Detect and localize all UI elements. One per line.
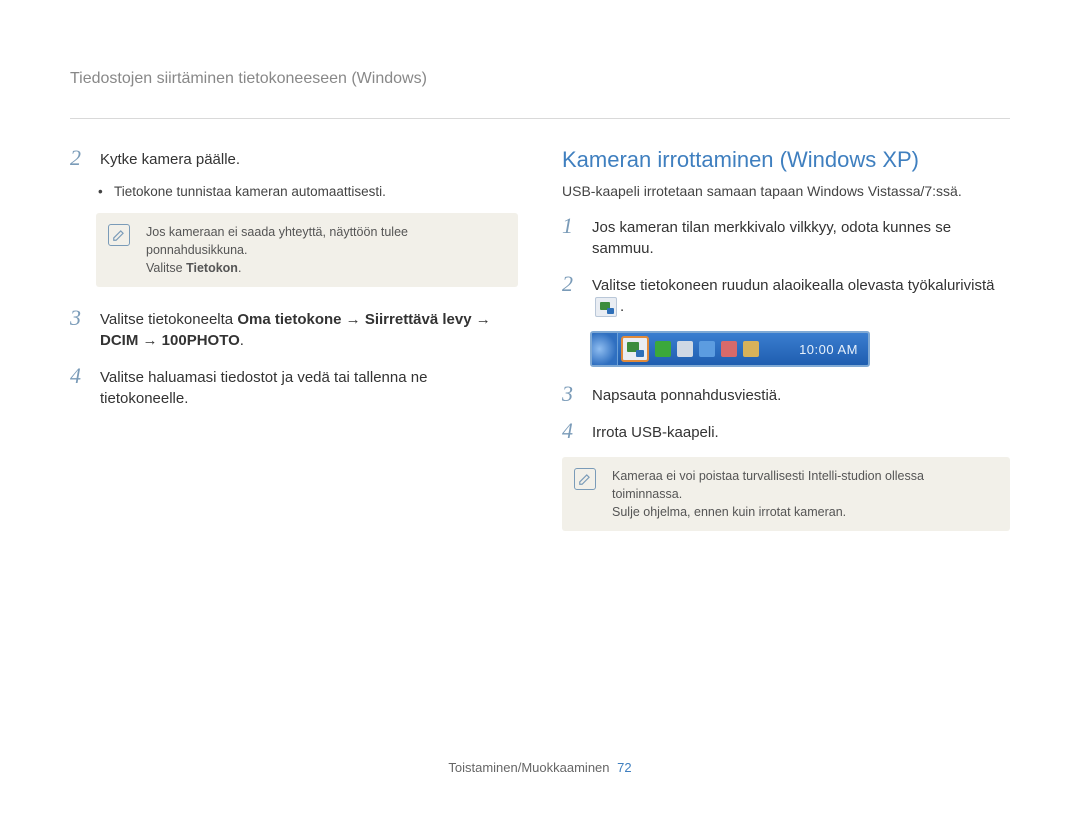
section-title: Kameran irrottaminen (Windows XP): [562, 147, 1010, 173]
divider: [70, 118, 1010, 119]
step-text-part: .: [240, 332, 244, 349]
footer-label: Toistaminen/Muokkaaminen: [448, 760, 609, 775]
step-number: 1: [562, 215, 580, 259]
step-text-part: .: [620, 298, 624, 315]
step-text: Jos kameran tilan merkkivalo vilkkyy, od…: [592, 215, 1010, 259]
right-step-1: 1 Jos kameran tilan merkkivalo vilkkyy, …: [562, 215, 1010, 259]
step-number: 4: [70, 365, 88, 409]
step-number: 2: [70, 147, 88, 170]
step-number: 2: [562, 273, 580, 317]
note-bold-text: Tietokon: [186, 261, 238, 275]
right-step-4: 4 Irrota USB-kaapeli.: [562, 420, 1010, 443]
left-step-3: 3 Valitse tietokoneelta Oma tietokone → …: [70, 307, 518, 351]
page-footer: Toistaminen/Muokkaaminen 72: [0, 760, 1080, 775]
note-icon: [574, 468, 596, 490]
safely-remove-icon: [595, 297, 617, 317]
right-step-2: 2 Valitse tietokoneen ruudun alaoikealla…: [562, 273, 1010, 317]
tray-icon: [743, 341, 759, 357]
note-line: Kameraa ei voi poistaa turvallisesti Int…: [612, 467, 996, 503]
step-text: Napsauta ponnahdusviestiä.: [592, 383, 1010, 406]
footer-page-number: 72: [617, 760, 631, 775]
tray-icons-group: [655, 341, 759, 357]
step-text-part: Valitse tietokoneelta: [100, 311, 237, 328]
note-box-2: Kameraa ei voi poistaa turvallisesti Int…: [562, 457, 1010, 531]
tray-highlighted-icon: [621, 336, 649, 362]
right-column: Kameran irrottaminen (Windows XP) USB-ka…: [562, 147, 1010, 551]
note-line: Jos kameraan ei saada yhteyttä, näyttöön…: [146, 223, 504, 259]
step-number: 3: [70, 307, 88, 351]
step-text-part: Valitse tietokoneen ruudun alaoikealla o…: [592, 277, 994, 294]
tray-clock: 10:00 AM: [799, 342, 858, 357]
left-step-2: 2 Kytke kamera päälle.: [70, 147, 518, 170]
step-text: Valitse tietokoneelta Oma tietokone → Si…: [100, 307, 518, 351]
content-columns: 2 Kytke kamera päälle. Tietokone tunnist…: [70, 147, 1010, 551]
step-number: 4: [562, 420, 580, 443]
bullet-item: Tietokone tunnistaa kameran automaattise…: [98, 184, 518, 199]
left-column: 2 Kytke kamera päälle. Tietokone tunnist…: [70, 147, 518, 551]
right-step-3: 3 Napsauta ponnahdusviestiä.: [562, 383, 1010, 406]
tray-icon: [699, 341, 715, 357]
breadcrumb: Tiedostojen siirtäminen tietokoneeseen (…: [70, 70, 1010, 94]
tray-start-cap: [592, 333, 618, 365]
note-icon: [108, 224, 130, 246]
note-line: Valitse Tietokon.: [146, 259, 504, 277]
taskbar-tray-image: 10:00 AM: [590, 331, 870, 367]
note-line: Sulje ohjelma, ennen kuin irrotat kamera…: [612, 503, 996, 521]
tray-icon: [655, 341, 671, 357]
tray-icon: [721, 341, 737, 357]
note-box-1: Jos kameraan ei saada yhteyttä, näyttöön…: [96, 213, 518, 287]
note-text: .: [238, 261, 241, 275]
step-number: 3: [562, 383, 580, 406]
left-step-4: 4 Valitse haluamasi tiedostot ja vedä ta…: [70, 365, 518, 409]
step-text: Kytke kamera päälle.: [100, 147, 518, 170]
section-subtitle: USB-kaapeli irrotetaan samaan tapaan Win…: [562, 183, 1010, 199]
note-text: Valitse: [146, 261, 186, 275]
step-text: Valitse tietokoneen ruudun alaoikealla o…: [592, 273, 1010, 317]
step-text: Valitse haluamasi tiedostot ja vedä tai …: [100, 365, 518, 409]
tray-icon: [677, 341, 693, 357]
step-text: Irrota USB-kaapeli.: [592, 420, 1010, 443]
